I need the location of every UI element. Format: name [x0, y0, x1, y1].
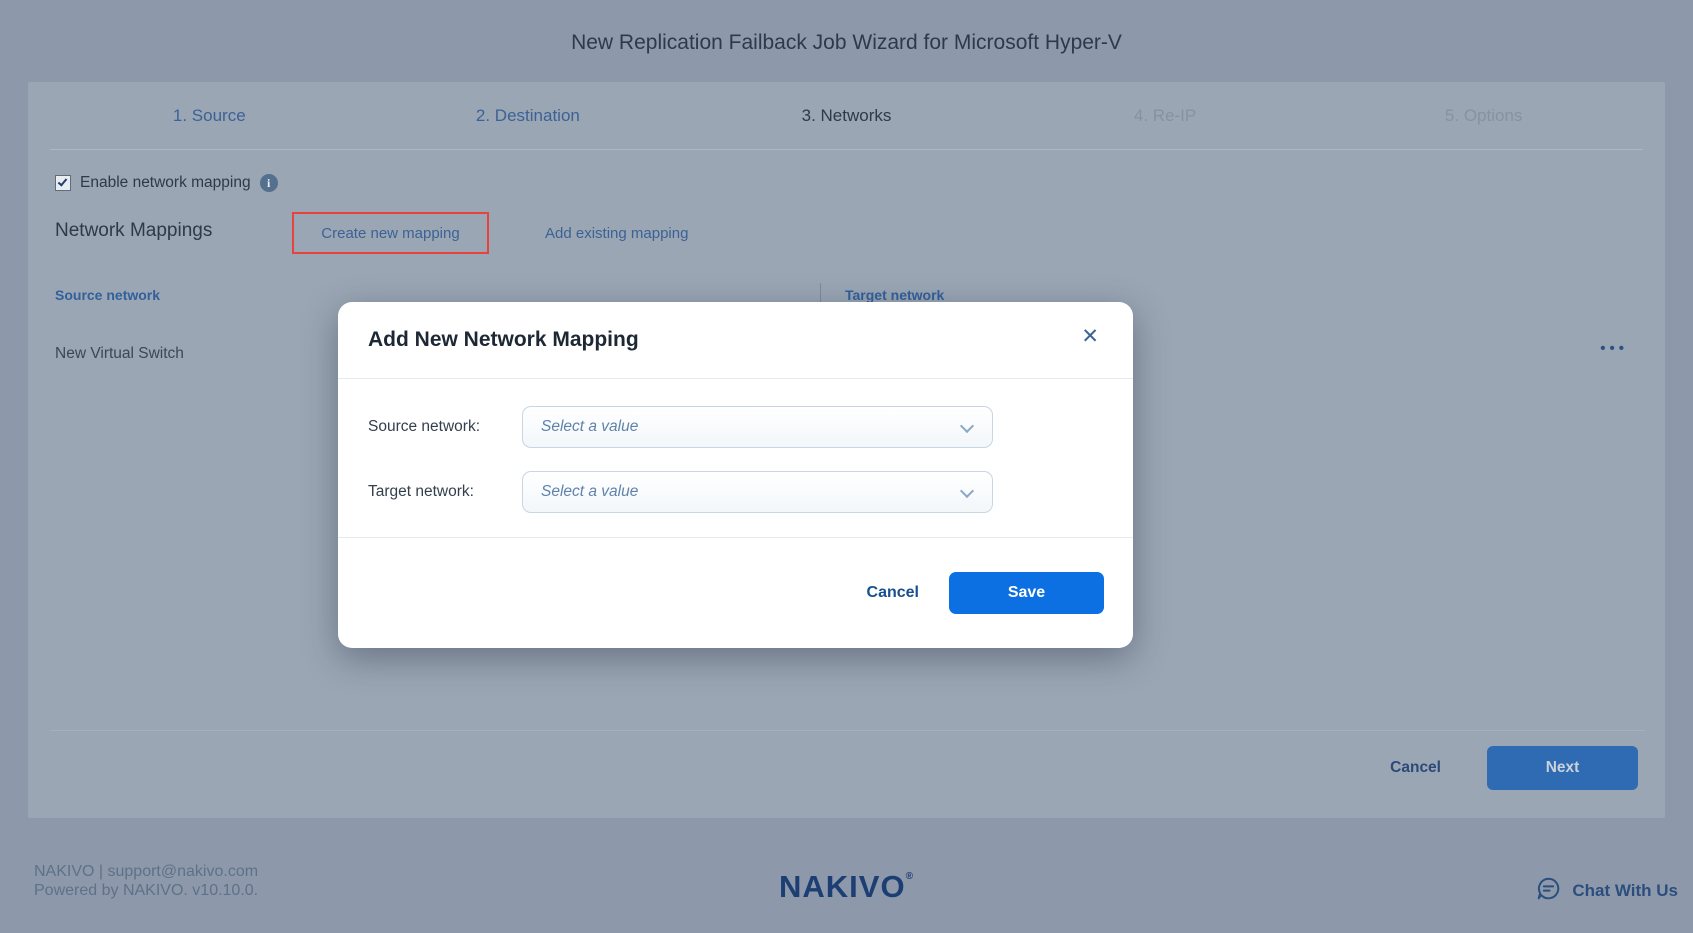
chevron-down-icon — [960, 419, 974, 433]
source-network-placeholder: Select a value — [541, 418, 638, 436]
enable-network-mapping-checkbox[interactable] — [55, 175, 71, 191]
panel-divider — [50, 730, 1645, 731]
app-footer: NAKIVO | support@nakivo.com Powered by N… — [0, 818, 1693, 933]
step-networks[interactable]: 3. Networks — [687, 82, 1006, 149]
close-icon[interactable]: ✕ — [1081, 326, 1099, 347]
row-menu-icon[interactable]: ••• — [1600, 340, 1628, 357]
step-destination[interactable]: 2. Destination — [369, 82, 688, 149]
modal-title: Add New Network Mapping — [368, 328, 639, 352]
add-existing-mapping-link[interactable]: Add existing mapping — [545, 225, 688, 242]
step-options: 5. Options — [1324, 82, 1643, 149]
target-network-field-row: Target network: — [368, 471, 474, 513]
enable-network-mapping-row: Enable network mapping i — [55, 174, 278, 192]
nakivo-logo-text: NAKIVO — [779, 869, 906, 904]
chevron-down-icon — [960, 484, 974, 498]
network-mappings-heading: Network Mappings — [55, 220, 212, 242]
nakivo-logo: NAKIVO® — [779, 869, 914, 904]
modal-header: Add New Network Mapping — [338, 302, 1133, 379]
add-new-network-mapping-modal: Add New Network Mapping ✕ Source network… — [338, 302, 1133, 648]
wizard-cancel-button[interactable]: Cancel — [1390, 759, 1441, 777]
checkmark-icon — [58, 176, 68, 186]
source-network-field-row: Source network: — [368, 406, 480, 448]
step-source[interactable]: 1. Source — [50, 82, 369, 149]
modal-save-button[interactable]: Save — [949, 572, 1104, 614]
page-title: New Replication Failback Job Wizard for … — [0, 31, 1693, 55]
step-re-ip: 4. Re-IP — [1006, 82, 1325, 149]
target-network-label: Target network: — [368, 483, 474, 501]
enable-network-mapping-label: Enable network mapping — [80, 174, 251, 192]
chat-with-us-button[interactable]: Chat With Us — [1536, 876, 1678, 906]
wizard-actions: Cancel Next — [1390, 746, 1638, 790]
target-network-select[interactable]: Select a value — [522, 471, 993, 513]
create-new-mapping-highlight: Create new mapping — [292, 212, 489, 254]
info-icon[interactable]: i — [260, 174, 278, 192]
modal-footer: Cancel Save — [338, 537, 1133, 648]
table-row-source-network: New Virtual Switch — [55, 345, 184, 363]
chat-with-us-label: Chat With Us — [1572, 881, 1678, 901]
wizard-next-button[interactable]: Next — [1487, 746, 1638, 790]
source-network-select[interactable]: Select a value — [522, 406, 993, 448]
footer-logo-wrap: NAKIVO® — [0, 869, 1693, 905]
column-header-target-network: Target network — [845, 287, 944, 303]
chat-bubble-icon — [1536, 876, 1561, 906]
source-network-label: Source network: — [368, 418, 480, 436]
modal-cancel-button[interactable]: Cancel — [867, 584, 919, 602]
column-header-source-network: Source network — [55, 287, 160, 303]
target-network-placeholder: Select a value — [541, 483, 638, 501]
create-new-mapping-link[interactable]: Create new mapping — [321, 225, 459, 242]
registered-mark: ® — [906, 871, 914, 882]
wizard-steps: 1. Source 2. Destination 3. Networks 4. … — [50, 82, 1643, 150]
screen: New Replication Failback Job Wizard for … — [0, 0, 1693, 933]
